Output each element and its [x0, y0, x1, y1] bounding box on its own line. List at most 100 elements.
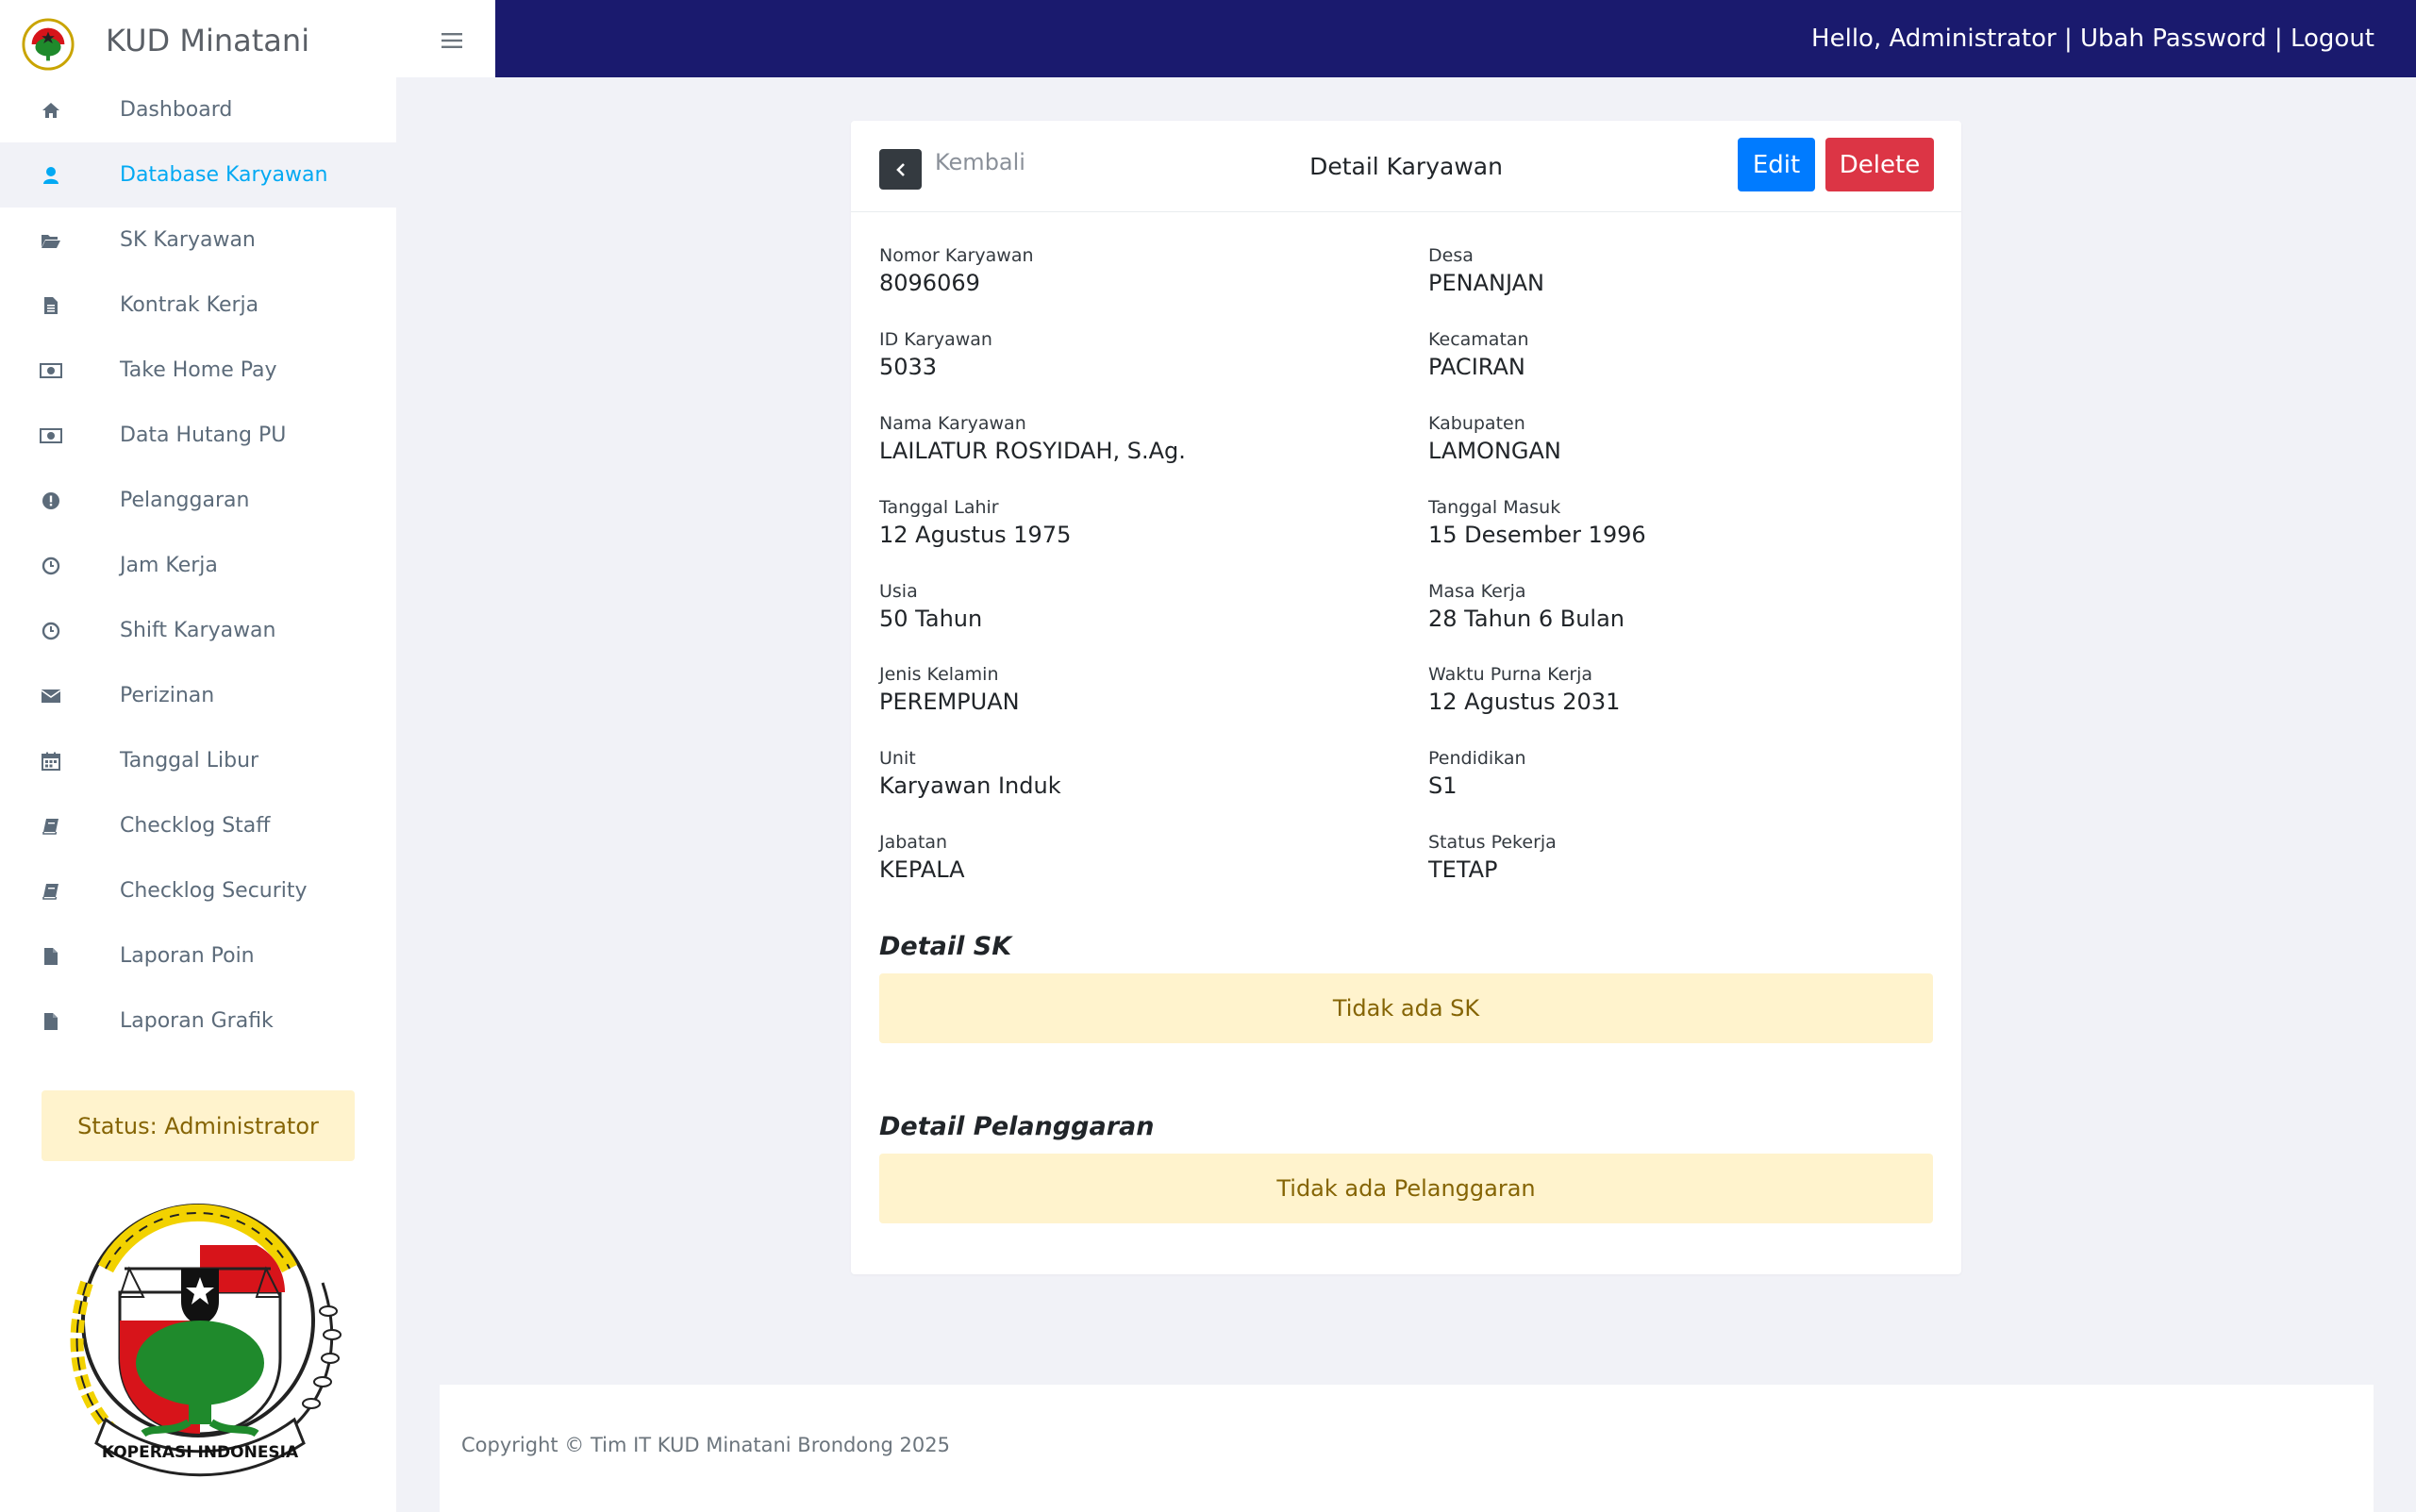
field-value: TETAP: [1428, 856, 1498, 883]
field-status-pekerja: Status Pekerja TETAP: [1428, 832, 1557, 885]
sidebar-item-take-home-pay[interactable]: Take Home Pay: [0, 338, 396, 403]
status-badge: Status: Administrator: [42, 1090, 355, 1161]
sidebar-item-checklog-staff[interactable]: Checklog Staff: [0, 793, 396, 858]
field-label: Unit: [879, 748, 916, 769]
sidebar-item-pelanggaran[interactable]: Pelanggaran: [0, 468, 396, 533]
brand[interactable]: KUD Minatani: [0, 0, 396, 77]
folder-open-icon: [40, 229, 62, 252]
header-toggle-area: [396, 0, 495, 77]
exclamation-icon: [40, 490, 62, 512]
field-value: LAILATUR ROSYIDAH, S.Ag.: [879, 438, 1186, 464]
field-usia: Usia 50 Tahun: [879, 581, 982, 634]
field-label: Waktu Purna Kerja: [1428, 664, 1593, 685]
sidebar-item-label: Laporan Poin: [120, 944, 255, 968]
calendar-icon: [40, 750, 62, 773]
user-icon: [40, 164, 62, 187]
sidebar-item-tanggal-libur[interactable]: Tanggal Libur: [0, 728, 396, 793]
money-icon: [40, 359, 62, 382]
separator: |: [2056, 25, 2081, 53]
seal-text: KOPERASI INDONESIA: [102, 1443, 299, 1462]
field-id-karyawan: ID Karyawan 5033: [879, 329, 992, 382]
field-value: 5033: [879, 354, 938, 380]
home-icon: [40, 99, 62, 122]
field-label: Tanggal Masuk: [1428, 497, 1561, 518]
clock-icon: [40, 620, 62, 642]
sidebar-item-dashboard[interactable]: Dashboard: [0, 77, 396, 142]
field-label: Kecamatan: [1428, 329, 1529, 350]
book-icon: [40, 880, 62, 903]
field-label: Pendidikan: [1428, 748, 1526, 769]
topbar-user-links: Hello, Administrator | Ubah Password | L…: [1811, 25, 2374, 53]
sidebar-item-kontrak-kerja[interactable]: Kontrak Kerja: [0, 273, 396, 338]
sidebar-item-database-karyawan[interactable]: Database Karyawan: [0, 142, 396, 208]
field-label: Usia: [879, 581, 918, 602]
section-title-pelanggaran: Detail Pelanggaran: [879, 1112, 1155, 1141]
sk-empty-alert: Tidak ada SK: [879, 973, 1933, 1043]
sidebar-item-label: Tanggal Libur: [120, 749, 259, 773]
brand-name: KUD Minatani: [106, 23, 310, 58]
section-title-sk: Detail SK: [879, 932, 1012, 961]
sidebar-item-perizinan[interactable]: Perizinan: [0, 663, 396, 728]
field-kecamatan: Kecamatan PACIRAN: [1428, 329, 1529, 382]
field-pendidikan: Pendidikan S1: [1428, 748, 1526, 801]
sidebar-menu: Dashboard Database Karyawan SK Karyawan …: [0, 77, 396, 1054]
brand-logo-icon: [22, 18, 75, 71]
field-label: Desa: [1428, 245, 1474, 266]
logout-link[interactable]: Logout: [2291, 25, 2374, 53]
sidebar-item-label: Database Karyawan: [120, 163, 328, 187]
field-unit: Unit Karyawan Induk: [879, 748, 1061, 801]
field-value: PEREMPUAN: [879, 689, 1020, 715]
field-value: LAMONGAN: [1428, 438, 1561, 464]
field-value: S1: [1428, 773, 1458, 799]
field-value: 12 Agustus 1975: [879, 522, 1072, 548]
koperasi-seal-logo: KOPERASI INDONESIA: [70, 1204, 342, 1477]
employee-detail-card: Kembali Detail Karyawan Edit Delete Nomo…: [851, 121, 1961, 1274]
sidebar-item-laporan-grafik[interactable]: Laporan Grafik: [0, 989, 396, 1054]
field-label: Kabupaten: [1428, 413, 1525, 434]
money-icon: [40, 424, 62, 447]
delete-button[interactable]: Delete: [1825, 138, 1934, 191]
edit-button[interactable]: Edit: [1738, 138, 1815, 191]
sidebar-item-label: Checklog Security: [120, 879, 308, 903]
sidebar-item-shift-karyawan[interactable]: Shift Karyawan: [0, 598, 396, 663]
field-label: Masa Kerja: [1428, 581, 1526, 602]
violation-empty-alert: Tidak ada Pelanggaran: [879, 1154, 1933, 1223]
field-value: 28 Tahun 6 Bulan: [1428, 606, 1625, 632]
field-value: PACIRAN: [1428, 354, 1525, 380]
field-label: Jenis Kelamin: [879, 664, 999, 685]
copyright-text: Copyright © Tim IT KUD Minatani Brondong…: [461, 1434, 950, 1456]
book-icon: [40, 815, 62, 838]
card-header: Kembali Detail Karyawan Edit Delete: [851, 121, 1961, 212]
field-jabatan: Jabatan KEPALA: [879, 832, 965, 885]
sidebar-item-sk-karyawan[interactable]: SK Karyawan: [0, 208, 396, 273]
field-value: 12 Agustus 2031: [1428, 689, 1621, 715]
menu-toggle-icon[interactable]: [442, 32, 462, 49]
field-jenis-kelamin: Jenis Kelamin PEREMPUAN: [879, 664, 1020, 717]
envelope-icon: [40, 685, 62, 707]
field-label: Nomor Karyawan: [879, 245, 1034, 266]
sidebar-item-label: Perizinan: [120, 684, 215, 707]
field-value: KEPALA: [879, 856, 965, 883]
sidebar-item-label: Laporan Grafik: [120, 1009, 274, 1033]
change-password-link[interactable]: Ubah Password: [2080, 25, 2267, 53]
sidebar: KUD Minatani Dashboard Database Karyawan…: [0, 0, 396, 1512]
sidebar-item-label: Data Hutang PU: [120, 424, 287, 447]
field-label: Nama Karyawan: [879, 413, 1026, 434]
clock-icon: [40, 555, 62, 577]
sidebar-item-checklog-security[interactable]: Checklog Security: [0, 858, 396, 923]
file-icon: [40, 1010, 62, 1033]
topbar: Hello, Administrator | Ubah Password | L…: [495, 0, 2416, 77]
sidebar-item-label: Shift Karyawan: [120, 619, 276, 642]
field-nomor-karyawan: Nomor Karyawan 8096069: [879, 245, 1034, 298]
separator: |: [2266, 25, 2291, 53]
sidebar-item-data-hutang-pu[interactable]: Data Hutang PU: [0, 403, 396, 468]
field-label: Tanggal Lahir: [879, 497, 999, 518]
sidebar-item-jam-kerja[interactable]: Jam Kerja: [0, 533, 396, 598]
sidebar-item-laporan-poin[interactable]: Laporan Poin: [0, 923, 396, 989]
sidebar-item-label: Checklog Staff: [120, 814, 271, 838]
field-label: Status Pekerja: [1428, 832, 1557, 853]
field-label: Jabatan: [879, 832, 948, 853]
field-tanggal-masuk: Tanggal Masuk 15 Desember 1996: [1428, 497, 1646, 550]
sidebar-item-label: Pelanggaran: [120, 489, 250, 512]
sidebar-item-label: Dashboard: [120, 98, 233, 122]
